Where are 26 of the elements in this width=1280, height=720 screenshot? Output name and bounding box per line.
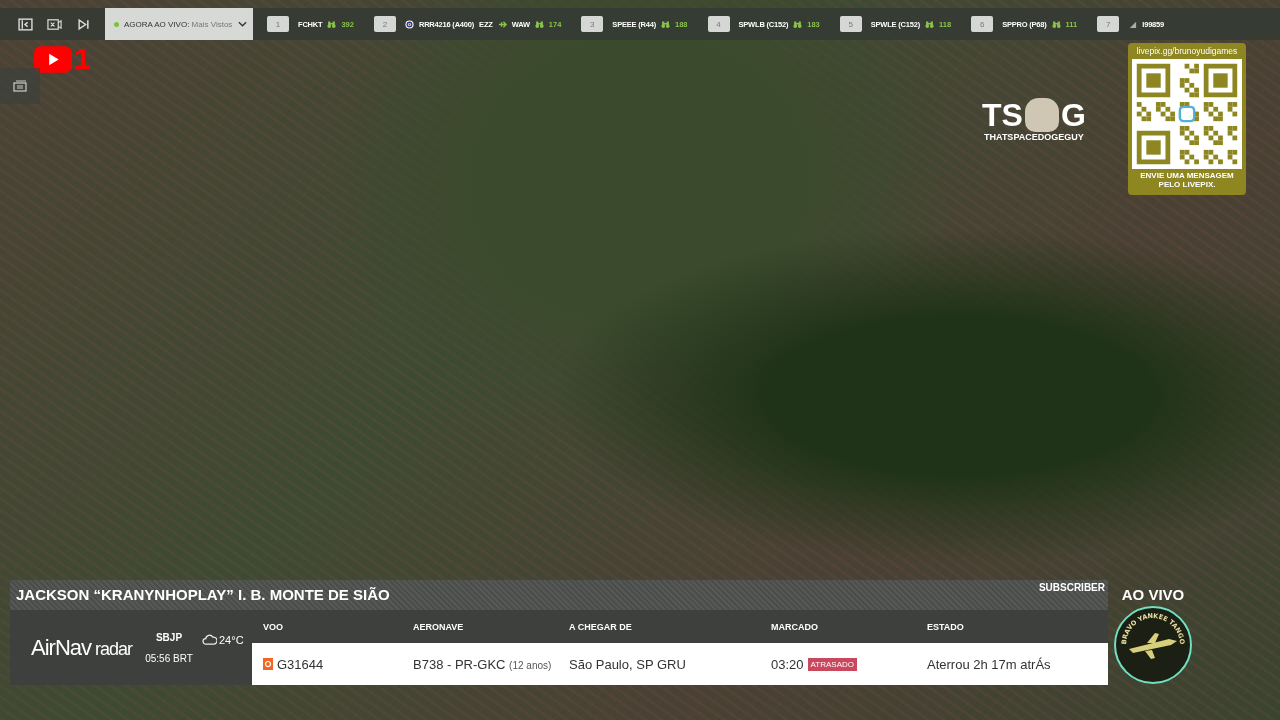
livepix-url: livepix.gg/brunoyudigames (1136, 46, 1238, 56)
column-header: AERONAVE (413, 621, 465, 632)
delay-badge: ATRASADO (807, 657, 857, 671)
pilot-name: JACKSON “KRANYNHOPLAY” I. B. MONTE DE SIÃO (16, 586, 390, 603)
column-header: VOO (263, 621, 284, 632)
aircraft-cell-text: B738 - PR-GKC (12 anos) (413, 656, 553, 672)
live-label: AO VIVO (1121, 586, 1185, 603)
column-header: ESTADO (927, 621, 965, 632)
airport-code: SBJP (155, 631, 183, 643)
feed-selector[interactable]: AGORA AO VIVO: Mais Vistos (105, 8, 253, 40)
column-header: MARCADO (771, 621, 819, 632)
livepix-message: ENVIE UMA MENSAGEM PELO LIVEPIX. (1139, 172, 1235, 190)
logo-letters: TS (982, 99, 1023, 131)
status-cell-text: Aterrou 2h 17m atrÁs (927, 656, 1052, 672)
logo-caption: THATSPACEDOGEGUY (984, 132, 1084, 142)
origin-cell-text: São Paulo, SP GRU (569, 656, 687, 672)
temperature: 24°C (219, 633, 244, 646)
scheduled-time: 03:20 (771, 656, 804, 672)
flight-number: G31644 (277, 656, 324, 672)
local-time: 05:56 BRT (145, 652, 193, 664)
flight-row[interactable]: G31644 B738 - PR-GKC (12 anos) São Paulo, SP GRU 03:20 ATRASADO Aterrou 2h 17m atrÁs (252, 643, 1108, 685)
subscriber-count: 1 (74, 44, 91, 74)
logo-letter: G (1060, 99, 1086, 131)
subscriber-tag: SUBSCRIBER (1038, 582, 1105, 593)
column-header: A CHEGAR DE (569, 621, 633, 632)
airnav-logo: AirNav radar (30, 634, 134, 661)
